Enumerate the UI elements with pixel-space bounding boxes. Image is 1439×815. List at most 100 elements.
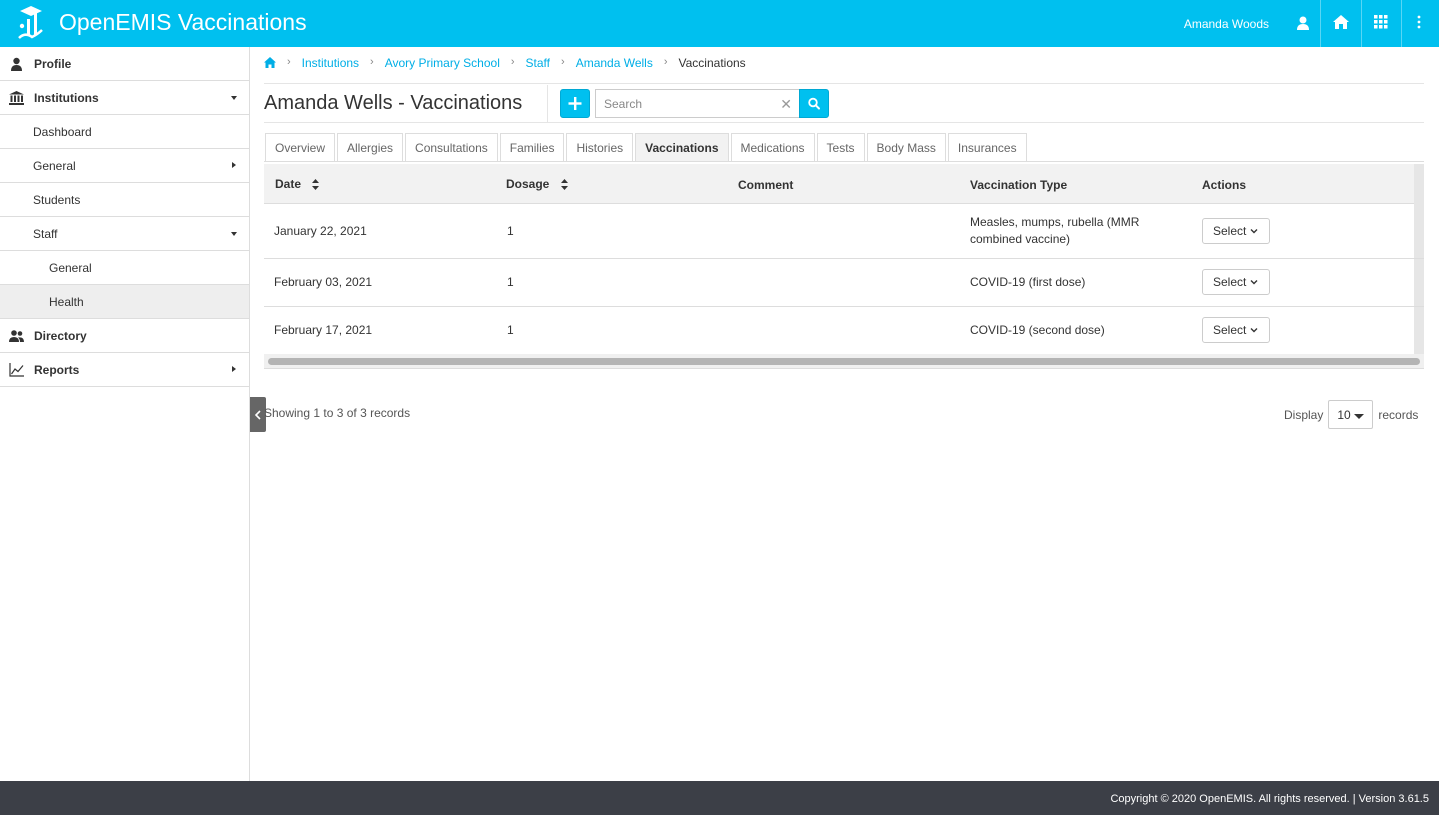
row-actions-select[interactable]: Select bbox=[1202, 317, 1270, 343]
openemis-logo-icon[interactable] bbox=[16, 4, 46, 40]
display-label: Display bbox=[1284, 407, 1324, 422]
table-row: February 17, 2021 1 COVID-19 (second dos… bbox=[264, 307, 1424, 355]
copyright-text: Copyright © 2020 OpenEMIS. All rights re… bbox=[1110, 793, 1429, 805]
breadcrumb: › Institutions › Avory Primary School › … bbox=[264, 56, 1424, 84]
page-size-value: 10 bbox=[1337, 407, 1351, 422]
user-icon[interactable] bbox=[1294, 14, 1312, 32]
breadcrumb-current: Vaccinations bbox=[678, 56, 746, 70]
clear-search-icon[interactable]: ✕ bbox=[780, 96, 792, 113]
sidebar-item-label: Staff bbox=[33, 226, 58, 241]
table-header: Date Dosage Comment Vaccination Type Act… bbox=[264, 164, 1424, 354]
search-input[interactable] bbox=[596, 90, 766, 117]
caret-down-icon bbox=[231, 232, 237, 236]
sidebar-item-institutions[interactable]: Institutions bbox=[0, 81, 249, 115]
breadcrumb-link[interactable]: Institutions bbox=[302, 56, 359, 70]
sort-icon bbox=[312, 179, 320, 191]
search-button[interactable] bbox=[799, 89, 829, 118]
caret-down-icon bbox=[231, 96, 237, 100]
sidebar-item-health[interactable]: Health bbox=[0, 285, 249, 319]
column-header-comment: Comment bbox=[738, 178, 794, 192]
sidebar-item-label: Health bbox=[49, 294, 84, 309]
cell-dosage: 1 bbox=[507, 224, 514, 238]
breadcrumb-link[interactable]: Amanda Wells bbox=[576, 56, 653, 70]
sidebar-item-staff[interactable]: Staff bbox=[0, 217, 249, 251]
add-button[interactable] bbox=[560, 89, 590, 118]
row-actions-select[interactable]: Select bbox=[1202, 269, 1270, 295]
breadcrumb-separator: › bbox=[561, 56, 565, 68]
search-box: ✕ bbox=[595, 89, 800, 118]
home-icon[interactable] bbox=[264, 57, 276, 68]
table-row: February 03, 2021 1 COVID-19 (first dose… bbox=[264, 259, 1424, 307]
search-icon bbox=[808, 97, 820, 110]
breadcrumb-separator: › bbox=[663, 56, 668, 68]
sidebar-item-directory[interactable]: Directory bbox=[0, 319, 249, 353]
tab-vaccinations[interactable]: Vaccinations bbox=[635, 133, 729, 161]
chevron-down-icon bbox=[1250, 328, 1258, 333]
tab-body-mass[interactable]: Body Mass bbox=[866, 133, 946, 161]
breadcrumb-separator: › bbox=[287, 56, 291, 68]
home-icon[interactable] bbox=[1332, 13, 1350, 31]
cell-dosage: 1 bbox=[507, 275, 514, 289]
cell-vaccination-type: Measles, mumps, rubella (MMR combined va… bbox=[970, 215, 1140, 246]
title-divider bbox=[547, 85, 548, 123]
chart-icon bbox=[9, 363, 24, 377]
table-row: January 22, 2021 1 Measles, mumps, rubel… bbox=[264, 204, 1424, 259]
horizontal-scrollbar[interactable] bbox=[264, 354, 1424, 369]
sidebar-item-dashboard[interactable]: Dashboard bbox=[0, 115, 249, 149]
column-header-dosage[interactable]: Dosage bbox=[506, 177, 568, 191]
sidebar-item-label: Dashboard bbox=[33, 124, 92, 139]
tab-allergies[interactable]: Allergies bbox=[337, 133, 404, 161]
sidebar-item-students[interactable]: Students bbox=[0, 183, 249, 217]
tab-families[interactable]: Families bbox=[499, 133, 565, 161]
scrollbar-thumb[interactable] bbox=[268, 358, 1420, 365]
tab-insurances[interactable]: Insurances bbox=[947, 133, 1027, 161]
column-header-label: Date bbox=[275, 177, 302, 191]
sidebar-item-label: General bbox=[33, 158, 76, 173]
chevron-left-icon bbox=[254, 409, 261, 420]
records-info: Showing 1 to 3 of 3 records bbox=[264, 406, 411, 420]
apps-grid-icon[interactable] bbox=[1374, 15, 1388, 29]
tab-tests[interactable]: Tests bbox=[816, 133, 865, 161]
sort-icon bbox=[560, 179, 568, 191]
more-vertical-icon[interactable] bbox=[1415, 15, 1423, 29]
sidebar-item-label: Profile bbox=[34, 56, 72, 71]
page-size-select[interactable]: 10 bbox=[1328, 400, 1374, 429]
tabs-divider bbox=[264, 161, 1424, 162]
users-icon bbox=[9, 330, 24, 342]
column-header-actions: Actions bbox=[1202, 178, 1247, 192]
sidebar-item-label: Institutions bbox=[34, 90, 99, 105]
breadcrumb-link[interactable]: Staff bbox=[526, 56, 550, 70]
column-header-vaccination-type: Vaccination Type bbox=[970, 178, 1068, 192]
header-divider bbox=[1320, 0, 1321, 47]
sidebar-item-staff-general[interactable]: General bbox=[0, 251, 249, 285]
tab-medications[interactable]: Medications bbox=[730, 133, 815, 161]
tab-overview[interactable]: Overview bbox=[265, 133, 336, 161]
sidebar-item-profile[interactable]: Profile bbox=[0, 47, 249, 81]
header-divider bbox=[1361, 0, 1362, 47]
header-divider bbox=[1401, 0, 1402, 47]
caret-right-icon bbox=[232, 162, 236, 168]
tab-consultations[interactable]: Consultations bbox=[405, 133, 498, 161]
vaccinations-table: Date Dosage Comment Vaccination Type Act… bbox=[264, 164, 1424, 355]
chevron-down-icon bbox=[1250, 229, 1258, 234]
user-icon bbox=[11, 57, 22, 71]
row-actions-select[interactable]: Select bbox=[1202, 218, 1270, 244]
select-label: Select bbox=[1213, 275, 1247, 289]
sidebar-item-label: Students bbox=[33, 192, 81, 207]
sidebar-item-general[interactable]: General bbox=[0, 149, 249, 183]
user-name[interactable]: Amanda Woods bbox=[1184, 17, 1269, 31]
select-label: Select bbox=[1213, 323, 1247, 337]
app-title[interactable]: OpenEMIS Vaccinations bbox=[59, 9, 307, 36]
select-label: Select bbox=[1213, 224, 1247, 238]
cell-date: February 03, 2021 bbox=[274, 275, 373, 289]
tab-histories[interactable]: Histories bbox=[566, 133, 634, 161]
cell-vaccination-type: COVID-19 (first dose) bbox=[970, 275, 1086, 289]
cell-date: February 17, 2021 bbox=[274, 323, 373, 337]
cell-dosage: 1 bbox=[507, 323, 514, 337]
breadcrumb-link[interactable]: Avory Primary School bbox=[385, 56, 500, 70]
sidebar-item-reports[interactable]: Reports bbox=[0, 353, 249, 387]
column-header-date[interactable]: Date bbox=[275, 177, 320, 191]
institution-icon bbox=[9, 91, 24, 105]
page-title: Amanda Wells - Vaccinations bbox=[264, 92, 523, 114]
title-divider bbox=[264, 122, 1424, 123]
